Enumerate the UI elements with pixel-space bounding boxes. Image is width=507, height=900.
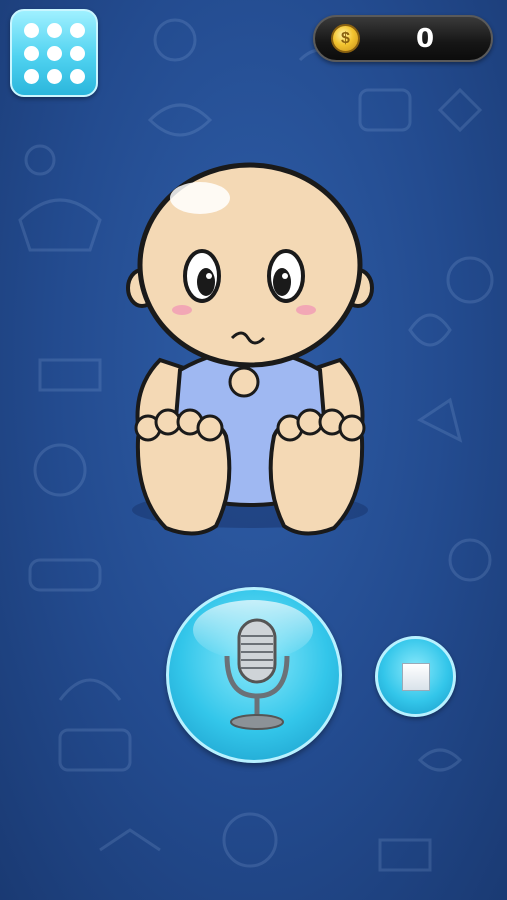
coin-icon: $ (331, 24, 360, 53)
coin-counter: $ 0 (313, 15, 493, 62)
stop-button[interactable] (375, 636, 456, 717)
microphone-icon (224, 618, 290, 730)
coin-count: 0 (415, 24, 435, 54)
baby-character[interactable] (120, 160, 380, 540)
record-button[interactable] (166, 587, 342, 763)
stop-icon (402, 663, 430, 691)
menu-button[interactable] (10, 9, 98, 97)
